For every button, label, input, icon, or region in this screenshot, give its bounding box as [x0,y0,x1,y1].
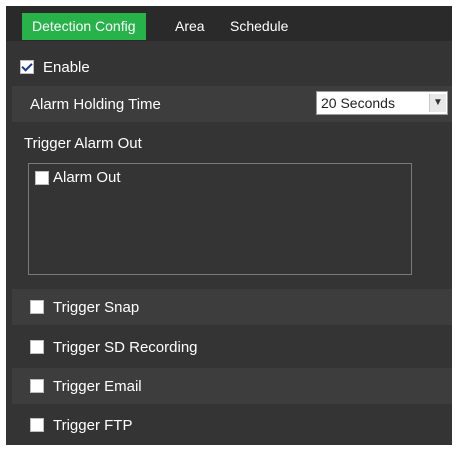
alarm-out-checkbox[interactable] [35,170,49,185]
trigger-sd-recording-label: Trigger SD Recording [53,338,198,356]
enable-row[interactable]: Enable [20,49,452,85]
enable-checkbox[interactable] [20,60,34,74]
alarm-holding-time-row: Alarm Holding Time 20 Seconds ▼ [12,86,452,122]
tab-bar: Detection Config Area Schedule [6,6,452,41]
tab-detection-config[interactable]: Detection Config [22,13,146,40]
trigger-alarm-out-label: Trigger Alarm Out [24,134,142,152]
trigger-email-row[interactable]: Trigger Email [12,368,452,404]
trigger-email-checkbox[interactable] [30,379,44,393]
alarm-out-label: Alarm Out [53,169,121,186]
trigger-email-label: Trigger Email [53,377,142,395]
trigger-alarm-out-row: Trigger Alarm Out [24,125,452,161]
detection-panel: Detection Config Area Schedule Enable Al… [6,6,452,445]
trigger-ftp-row[interactable]: Trigger FTP [12,407,452,443]
trigger-snap-label: Trigger Snap [53,298,140,316]
alarm-holding-time-value: 20 Seconds [321,95,395,111]
tab-schedule[interactable]: Schedule [230,13,288,40]
alarm-holding-time-label: Alarm Holding Time [30,95,161,113]
chevron-down-icon[interactable]: ▼ [429,94,446,112]
enable-label: Enable [43,58,90,76]
trigger-snap-checkbox[interactable] [30,300,44,314]
trigger-ftp-label: Trigger FTP [53,416,133,434]
trigger-ftp-checkbox[interactable] [30,418,44,432]
alarm-out-list: Alarm Out [28,163,412,275]
trigger-snap-row[interactable]: Trigger Snap [12,289,452,325]
trigger-sd-recording-checkbox[interactable] [30,340,44,354]
tab-area[interactable]: Area [175,13,205,40]
alarm-holding-time-select[interactable]: 20 Seconds ▼ [316,91,448,115]
list-item[interactable]: Alarm Out [35,169,121,186]
trigger-sd-recording-row[interactable]: Trigger SD Recording [12,329,452,365]
